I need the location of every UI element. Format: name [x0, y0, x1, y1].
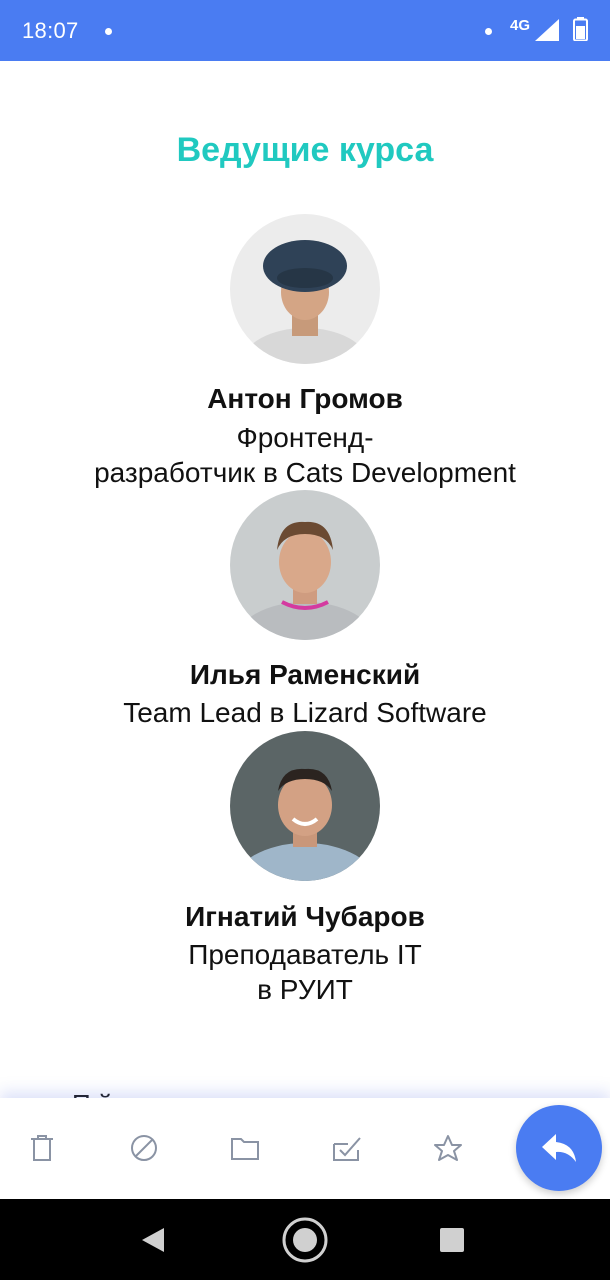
speaker-role: разработчик в Cats Development	[94, 457, 516, 488]
trash-icon[interactable]	[24, 1130, 60, 1166]
speaker-name: Илья Раменский	[189, 659, 421, 690]
speaker-avatar	[230, 214, 380, 364]
system-navigation-bar	[0, 1199, 610, 1280]
speaker-role: в РУИТ	[257, 974, 353, 1005]
notification-dot-icon	[105, 28, 112, 35]
back-icon[interactable]	[140, 1226, 166, 1254]
mark-done-icon[interactable]	[329, 1130, 365, 1166]
email-content[interactable]: Ведущие курса Антон Громов Фронтенд- раз…	[0, 61, 610, 1098]
speaker-avatar	[230, 731, 380, 881]
status-bar: 18:07 4G	[0, 0, 610, 61]
network-type: 4G	[510, 17, 531, 34]
reply-button[interactable]	[516, 1105, 602, 1191]
signal-icon	[535, 19, 559, 41]
home-icon[interactable]	[281, 1216, 329, 1264]
speaker-name: Игнатий Чубаров	[185, 901, 425, 932]
status-time: 18:07	[22, 18, 79, 43]
recents-icon[interactable]	[439, 1227, 465, 1253]
notification-dot-icon	[485, 28, 492, 35]
speaker-name: Антон Громов	[207, 383, 403, 414]
folder-icon[interactable]	[227, 1130, 263, 1166]
truncated-text: П й	[72, 1089, 112, 1098]
star-icon[interactable]	[430, 1130, 466, 1166]
speaker-role: Преподаватель IT	[188, 939, 422, 970]
speaker-role: Team Lead в Lizard Software	[123, 697, 487, 728]
block-icon[interactable]	[126, 1130, 162, 1166]
reply-icon	[542, 1134, 576, 1162]
section-title: Ведущие курса	[176, 131, 434, 169]
speaker-avatar	[230, 490, 380, 640]
battery-icon	[573, 17, 588, 41]
speaker-role: Фронтенд-	[236, 422, 374, 453]
